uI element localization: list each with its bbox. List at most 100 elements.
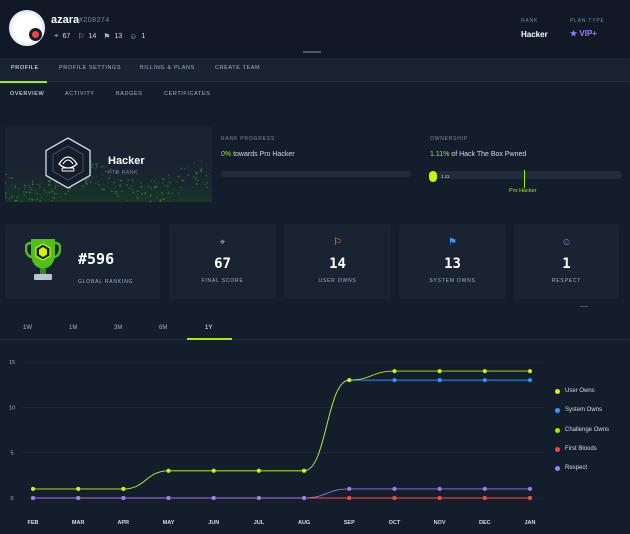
data-point <box>528 369 532 374</box>
tab-activity[interactable]: ACTIVITY <box>65 91 95 97</box>
data-point <box>482 496 487 500</box>
data-point <box>437 486 442 491</box>
header-score: 67 <box>62 32 71 40</box>
tab-certificates[interactable]: CERTIFICATES <box>164 91 210 97</box>
avatar[interactable] <box>9 10 45 46</box>
legend-swatch <box>555 427 560 433</box>
ownership-text: 1.11% of Hack The Box Pwned <box>430 151 526 158</box>
ownership-percent: 1.11% <box>430 151 450 158</box>
data-point <box>528 486 532 491</box>
final-score-value: 67 <box>214 256 231 272</box>
data-point <box>482 369 487 374</box>
range-1w[interactable]: 1W <box>23 325 32 331</box>
ownership-label: OWNERSHIP <box>430 136 469 142</box>
data-point <box>528 378 532 383</box>
x-tick-label: AUG <box>298 520 310 526</box>
data-point <box>347 486 352 491</box>
global-ranking-label: GLOBAL RANKING <box>78 279 134 285</box>
target-icon: ⌖ <box>54 31 59 40</box>
header-respect: 1 <box>141 32 146 40</box>
data-point <box>528 496 532 500</box>
range-6m[interactable]: 6M <box>159 325 167 331</box>
star-icon: ★ <box>570 29 578 38</box>
legend-label: Respect <box>565 465 588 472</box>
username: azara <box>51 14 80 26</box>
series-line <box>33 370 530 490</box>
user-id: #208274 <box>79 17 110 24</box>
rank-card-title: Hacker <box>108 155 145 167</box>
system-owns-value: 13 <box>444 256 461 272</box>
plan-value: ★ VIP+ <box>570 29 597 38</box>
data-point <box>211 468 216 473</box>
data-point <box>437 496 442 500</box>
data-point <box>256 468 261 473</box>
data-point <box>302 496 307 500</box>
status-dot <box>29 28 42 41</box>
ownership-current-marker <box>429 171 437 182</box>
trophy-icon <box>25 239 61 280</box>
range-3m[interactable]: 3M <box>114 325 122 331</box>
x-tick-label: JUL <box>254 520 265 526</box>
tab-badges[interactable]: BADGES <box>116 91 143 97</box>
data-point <box>302 468 307 473</box>
smiley-icon: ☺ <box>561 237 572 248</box>
rank-progress-caption: towards Pro Hacker <box>233 151 295 158</box>
x-tick-label: NOV <box>434 520 446 526</box>
data-point <box>347 496 352 500</box>
legend-swatch <box>555 466 560 472</box>
final-score-label: FINAL SCORE <box>201 278 244 284</box>
ownership-current-value: 1.11 <box>441 174 450 179</box>
tab-profile[interactable]: PROFILE <box>11 65 39 71</box>
legend-label: User Owns <box>565 388 595 394</box>
tab-overview[interactable]: OVERVIEW <box>10 91 44 97</box>
global-ranking-card: #596 GLOBAL RANKING <box>5 224 160 299</box>
tab-profile-settings[interactable]: PROFILE SETTINGS <box>59 65 121 71</box>
system-owns-label: SYSTEM OWNS <box>429 278 476 284</box>
tab-billing-plans[interactable]: BILLING & PLANS <box>140 65 195 71</box>
x-tick-label: MAR <box>72 520 85 526</box>
range-1y[interactable]: 1Y <box>205 325 212 331</box>
system-flag-icon: ⚑ <box>103 31 111 41</box>
activity-chart: 0 5 10 15 FEB MAR APR MAY JUN JUL AUG SEP OCT NOV DEC J… <box>9 360 545 526</box>
legend-label: System Owns <box>565 407 603 414</box>
system-owns-card: ⚑ 13 SYSTEM OWNS <box>399 224 506 299</box>
target-icon: ⌖ <box>219 237 226 248</box>
secondary-tabs: OVERVIEW ACTIVITY BADGES CERTIFICATES <box>0 83 630 105</box>
header-system-owns: 13 <box>114 32 123 40</box>
user-flag-icon: ⚐ <box>77 31 85 41</box>
legend-swatch <box>555 446 560 452</box>
rank-progress-percent: 0% <box>221 151 232 158</box>
primary-tabs: PROFILE PROFILE SETTINGS BILLING & PLANS… <box>0 58 630 82</box>
data-point <box>392 378 397 383</box>
rank-value: Hacker <box>521 30 548 39</box>
series-line <box>33 488 530 499</box>
x-tick-label: APR <box>118 520 130 526</box>
rank-card-subtitle: HTB RANK <box>108 170 139 176</box>
header-user-owns: 14 <box>88 32 97 40</box>
data-point <box>31 486 35 491</box>
rank-hexagon-icon <box>45 137 91 189</box>
x-tick-label: SEP <box>344 520 355 526</box>
profile-header: azara #208274 ⌖ 67 ⚐ 14 ⚑ 13 ☺ 1 RANK Ha… <box>0 0 630 58</box>
data-point <box>392 369 397 374</box>
x-tick-label: DEC <box>479 520 491 526</box>
data-point <box>437 369 442 374</box>
data-point <box>121 496 126 500</box>
legend-swatch <box>555 389 560 394</box>
final-score-card: ⌖ 67 FINAL SCORE <box>169 224 276 299</box>
data-point <box>482 378 487 383</box>
legend-swatch <box>555 408 560 414</box>
rank-progress-bar <box>221 171 411 177</box>
respect-card: ☺ 1 RESPECT <box>514 224 619 299</box>
x-tick-label: OCT <box>389 520 401 526</box>
divider <box>580 306 588 307</box>
data-point <box>166 468 171 473</box>
range-active-indicator <box>187 338 232 340</box>
smiley-icon: ☺ <box>129 31 138 41</box>
collapse-handle[interactable] <box>303 51 321 53</box>
ownership-target-label: Pro Hacker <box>509 188 537 194</box>
user-flag-icon: ⚐ <box>333 237 342 248</box>
user-owns-value: 14 <box>329 256 346 272</box>
tab-create-team[interactable]: CREATE TEAM <box>215 65 260 71</box>
range-1m[interactable]: 1M <box>69 325 77 331</box>
